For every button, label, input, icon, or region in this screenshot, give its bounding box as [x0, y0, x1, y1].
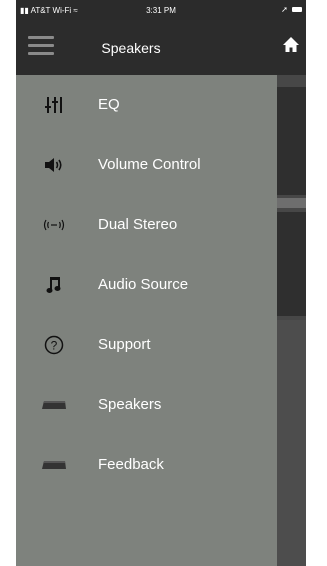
menu-item-eq[interactable]: EQ: [16, 75, 277, 135]
phone-screen: ▮▮ AT&T Wi-Fi ≈ 3:31 PM ➚ Speakers EQ Vo…: [16, 0, 306, 566]
menu-item-label: Volume Control: [98, 156, 201, 173]
page-title: Speakers: [101, 40, 161, 56]
music-note-icon: [36, 255, 72, 315]
main-content-overlay[interactable]: [277, 75, 306, 566]
battery-icon: [292, 7, 302, 13]
dual-stereo-icon: [36, 195, 72, 255]
equalizer-icon: [36, 75, 72, 135]
menu-item-audio-source[interactable]: Audio Source: [16, 255, 277, 315]
speaker-device-icon: [36, 435, 72, 495]
location-icon: ➚: [281, 5, 288, 14]
status-bar: ▮▮ AT&T Wi-Fi ≈ 3:31 PM ➚: [16, 0, 306, 20]
content-divider: [277, 198, 306, 208]
menu-item-dual-stereo[interactable]: Dual Stereo: [16, 195, 277, 255]
question-circle-icon: ?: [36, 315, 72, 375]
status-right: ➚: [281, 5, 302, 14]
content-card: [277, 212, 306, 316]
menu-item-label: EQ: [98, 96, 120, 113]
menu-item-speakers[interactable]: Speakers: [16, 375, 277, 435]
content-card: [277, 87, 306, 195]
menu-item-label: Audio Source: [98, 276, 189, 293]
content-card: [277, 320, 306, 566]
menu-item-label: Dual Stereo: [98, 216, 178, 233]
menu-item-support[interactable]: ? Support: [16, 315, 277, 375]
speaker-device-icon: [36, 375, 72, 435]
nav-bar: Speakers: [16, 20, 306, 75]
menu-item-feedback[interactable]: Feedback: [16, 435, 277, 495]
menu-item-volume-control[interactable]: Volume Control: [16, 135, 277, 195]
menu-item-label: Support: [98, 336, 151, 353]
status-time: 3:31 PM: [146, 6, 176, 15]
menu-item-label: Feedback: [98, 456, 164, 473]
home-icon[interactable]: [282, 36, 300, 54]
speaker-volume-icon: [36, 135, 72, 195]
side-drawer: EQ Volume Control Dual Stereo Audio Sour…: [16, 75, 277, 566]
svg-text:?: ?: [51, 339, 58, 353]
menu-item-label: Speakers: [98, 396, 162, 413]
